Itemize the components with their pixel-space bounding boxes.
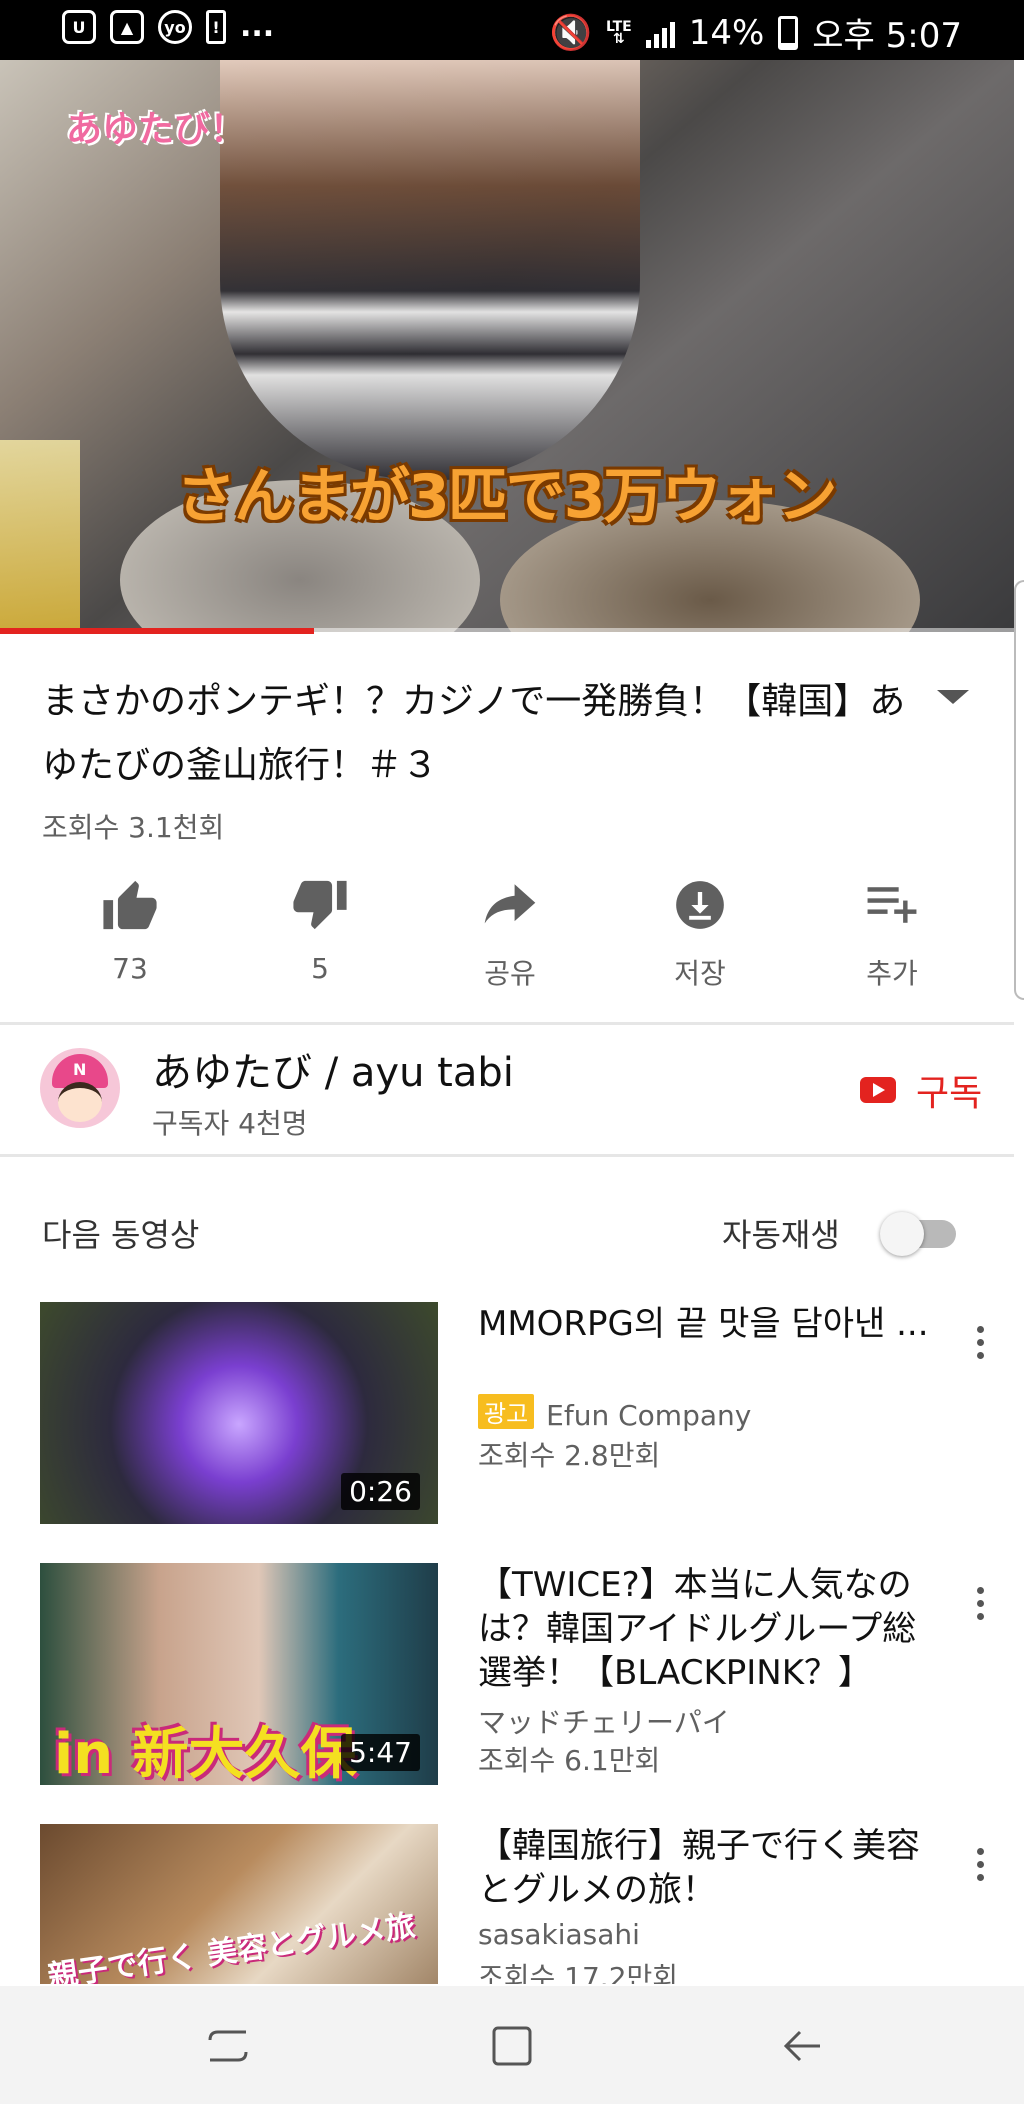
video-item-channel: sasakiasahi <box>478 1918 640 1951</box>
image-icon: ▲ <box>110 10 144 44</box>
video-frame-beer <box>0 440 80 630</box>
home-icon[interactable] <box>482 2016 542 2076</box>
video-progress-fill <box>0 628 315 634</box>
playlist-add-icon <box>822 870 962 940</box>
thumbs-up-icon <box>60 870 200 940</box>
video-item-channel-name: Efun Company <box>546 1399 752 1432</box>
video-duration: 0:26 <box>341 1473 420 1510</box>
divider <box>0 1154 1014 1157</box>
share-icon <box>440 870 580 940</box>
thumbnail-text: in 新大久保 <box>54 1722 357 1785</box>
list-item[interactable]: 0:26 MMORPG의 끝 맛을 담아낸 ... 광고 Efun Company… <box>0 1302 1014 1526</box>
video-item-views: 조회수 6.1만회 <box>478 1744 661 1777</box>
action-row: 73 5 공유 저장 추가 <box>0 870 1014 990</box>
divider <box>0 1022 1014 1025</box>
network-label: LTE <box>605 18 632 35</box>
recent-apps-icon[interactable] <box>198 2016 258 2076</box>
up-next-heading: 다음 동영상 <box>42 1216 200 1254</box>
thumbnail-text: 親子で行く 美容とグルメ旅 <box>45 1908 418 1984</box>
network-type: LTE ⇅ <box>605 18 632 47</box>
video-duration: 5:47 <box>341 1734 420 1771</box>
dislike-count: 5 <box>311 952 329 985</box>
video-thumbnail[interactable]: in 新大久保 5:47 <box>40 1563 438 1785</box>
alert-icon: ! <box>206 10 226 44</box>
channel-avatar[interactable] <box>40 1048 120 1128</box>
youtube-logo-icon <box>860 1077 896 1103</box>
video-item-title: 【韓国旅行】親子で行く美容とグルメの旅！ <box>478 1826 920 1910</box>
share-label: 공유 <box>484 957 536 990</box>
status-bar: U ▲ yo ! ... 🔇 LTE ⇅ 14% 오후 5:07 <box>0 0 1024 60</box>
edge-panel-handle[interactable] <box>1014 580 1024 1000</box>
thumbs-down-icon <box>250 870 390 940</box>
signal-icon <box>645 18 675 48</box>
subscriber-count: 구독자 4천명 <box>152 1107 308 1140</box>
video-item-views: 조회수 17.2만회 <box>478 1961 679 1984</box>
yo-icon-label: yo <box>164 17 186 37</box>
more-options-icon[interactable] <box>974 1326 986 1359</box>
subscribe-label: 구독 <box>916 1073 983 1114</box>
more-options-icon[interactable] <box>974 1848 986 1881</box>
autoplay-label: 자동재생 <box>722 1216 840 1254</box>
video-channel-logo: あゆたび！ <box>66 109 247 150</box>
clock: 오후 5:07 <box>812 16 962 56</box>
system-navigation-bar <box>0 1986 1024 2104</box>
video-thumbnail[interactable]: 0:26 <box>40 1302 438 1524</box>
list-item[interactable]: 親子で行く 美容とグルメ旅 【韓国旅行】親子で行く美容とグルメの旅！ sasak… <box>0 1824 1014 1984</box>
channel-name[interactable]: あゆたび / ayu tabi <box>152 1040 514 1098</box>
video-item-channel: マッドチェリーパイ <box>478 1706 730 1739</box>
system-status: 🔇 LTE ⇅ 14% 오후 5:07 <box>550 8 962 57</box>
more-options-icon[interactable] <box>974 1587 986 1620</box>
like-count: 73 <box>112 952 148 985</box>
back-icon[interactable] <box>772 2016 832 2076</box>
expand-description-icon[interactable] <box>937 690 969 704</box>
more-notifications: ... <box>240 9 275 44</box>
video-caption: さんまが3匹で3万ウォン <box>176 462 837 532</box>
mute-icon: 🔇 <box>549 12 592 53</box>
list-item[interactable]: in 新大久保 5:47 【TWICE?】本当に人気なのは？韓国アイドルグループ… <box>0 1563 1014 1787</box>
subscribe-button[interactable]: 구독 <box>860 1064 982 1116</box>
ad-badge: 광고 <box>478 1394 535 1429</box>
video-item-title: MMORPG의 끝 맛을 담아낸 ... <box>478 1304 929 1344</box>
u-plus-icon: U <box>62 10 96 44</box>
autoplay-toggle-knob <box>880 1212 924 1256</box>
save-button[interactable]: 저장 <box>630 870 770 992</box>
save-label: 저장 <box>674 957 726 990</box>
dislike-button[interactable]: 5 <box>250 870 390 985</box>
share-button[interactable]: 공유 <box>440 870 580 992</box>
video-player[interactable]: あゆたび！ さんまが3匹で3万ウォン <box>0 60 1014 632</box>
video-item-views: 조회수 2.8만회 <box>478 1439 661 1472</box>
video-progress-bar[interactable] <box>0 628 1014 634</box>
video-item-channel: 광고 Efun Company <box>478 1394 751 1432</box>
add-to-playlist-button[interactable]: 추가 <box>822 870 962 992</box>
download-icon <box>630 870 770 940</box>
autoplay-toggle[interactable] <box>880 1212 956 1256</box>
video-thumbnail[interactable]: 親子で行く 美容とグルメ旅 <box>40 1824 438 1984</box>
battery-percent: 14% <box>688 12 765 53</box>
like-button[interactable]: 73 <box>60 870 200 985</box>
view-count: 조회수 3.1천회 <box>42 811 225 844</box>
notification-icons: U ▲ yo ! ... <box>62 10 274 44</box>
video-frame-person <box>220 60 640 480</box>
video-title: まさかのポンテギ！？カジノで一発勝負！【韓国】あゆたびの釜山旅行！＃３ <box>42 681 906 786</box>
avatar-face <box>58 1082 102 1122</box>
video-item-title: 【TWICE?】本当に人気なのは？韓国アイドルグループ総選挙！【BLACKPIN… <box>478 1565 917 1693</box>
battery-icon <box>778 15 799 50</box>
add-label: 추가 <box>866 957 918 990</box>
yo-icon: yo <box>158 10 192 44</box>
